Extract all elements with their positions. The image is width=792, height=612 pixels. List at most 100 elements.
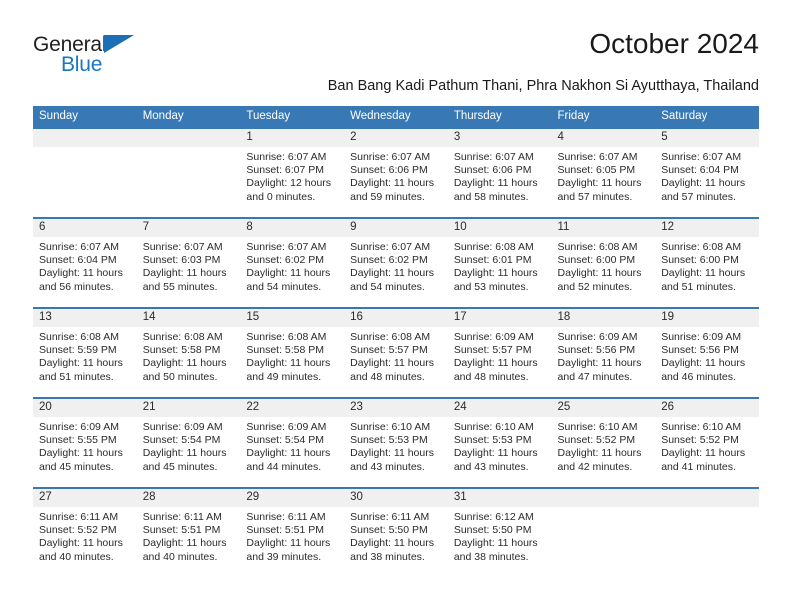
sunset-text: Sunset: 5:54 PM xyxy=(246,434,325,447)
daylight-text: Daylight: 11 hours and 40 minutes. xyxy=(142,537,227,563)
day-cell[interactable]: 13 Sunrise: 6:08 AM Sunset: 5:59 PM Dayligh… xyxy=(33,307,137,398)
calendar-page: General Blue October 2024 Ban Bang Kadi … xyxy=(0,0,792,612)
sunrise-text: Sunrise: 6:09 AM xyxy=(142,421,223,433)
daylight-text: Daylight: 11 hours and 41 minutes. xyxy=(661,447,746,473)
daylight-text: Daylight: 11 hours and 47 minutes. xyxy=(557,357,642,383)
sunset-text: Sunset: 6:04 PM xyxy=(39,254,117,267)
sunset-text: Sunset: 6:02 PM xyxy=(246,254,325,267)
sunrise-text: Sunrise: 6:10 AM xyxy=(557,421,638,433)
sunrise-text: Sunrise: 6:07 AM xyxy=(557,151,638,163)
calendar-week-row: 13 Sunrise: 6:08 AM Sunset: 5:59 PM Dayligh… xyxy=(33,307,759,398)
daylight-text: Daylight: 11 hours and 58 minutes. xyxy=(453,177,538,203)
day-cell[interactable]: 31 Sunrise: 6:12 AM Sunset: 5:50 PM Dayligh… xyxy=(447,487,552,577)
day-cell[interactable]: 24 Sunrise: 6:10 AM Sunset: 5:53 PM Dayligh… xyxy=(447,397,552,488)
calendar-week-row: 27 Sunrise: 6:11 AM Sunset: 5:52 PM Dayligh… xyxy=(33,487,759,577)
sunset-text: Sunset: 5:57 PM xyxy=(453,344,532,357)
day-details: Sunrise: 6:10 AM Sunset: 5:53 PM Daylight:… xyxy=(344,417,448,474)
sunset-text: Sunset: 5:52 PM xyxy=(39,524,117,537)
sunset-text: Sunset: 5:52 PM xyxy=(661,434,739,447)
day-cell[interactable]: 16 Sunrise: 6:08 AM Sunset: 5:57 PM Dayligh… xyxy=(344,307,448,398)
day-details: Sunrise: 6:10 AM Sunset: 5:52 PM Daylight:… xyxy=(655,417,759,474)
calendar-week-row: 1 Sunrise: 6:07 AM Sunset: 6:07 PM Daylight… xyxy=(33,127,759,218)
daylight-text: Daylight: 11 hours and 38 minutes. xyxy=(350,537,434,563)
day-number: 9 xyxy=(344,219,448,237)
day-cell[interactable]: 23 Sunrise: 6:10 AM Sunset: 5:53 PM Dayligh… xyxy=(344,397,448,488)
daylight-text: Daylight: 11 hours and 56 minutes. xyxy=(39,267,123,293)
day-cell[interactable]: 11 Sunrise: 6:08 AM Sunset: 6:00 PM Dayligh… xyxy=(551,217,656,308)
day-cell-empty xyxy=(136,127,241,218)
day-details: Sunrise: 6:07 AM Sunset: 6:07 PM Daylight:… xyxy=(240,147,344,204)
day-number: 26 xyxy=(655,399,759,417)
day-cell[interactable]: 26 Sunrise: 6:10 AM Sunset: 5:52 PM Dayligh… xyxy=(655,397,759,488)
day-cell[interactable]: 12 Sunrise: 6:08 AM Sunset: 6:00 PM Dayligh… xyxy=(655,217,759,308)
day-cell[interactable]: 22 Sunrise: 6:09 AM Sunset: 5:54 PM Dayligh… xyxy=(240,397,345,488)
day-cell[interactable]: 29 Sunrise: 6:11 AM Sunset: 5:51 PM Dayligh… xyxy=(240,487,345,577)
day-cell[interactable]: 14 Sunrise: 6:08 AM Sunset: 5:58 PM Dayligh… xyxy=(136,307,241,398)
day-cell[interactable]: 25 Sunrise: 6:10 AM Sunset: 5:52 PM Dayligh… xyxy=(551,397,656,488)
sunrise-text: Sunrise: 6:07 AM xyxy=(142,241,223,253)
day-number xyxy=(33,129,137,147)
sunset-text: Sunset: 6:05 PM xyxy=(557,164,636,177)
day-details: Sunrise: 6:09 AM Sunset: 5:55 PM Daylight:… xyxy=(33,417,137,474)
day-details: Sunrise: 6:07 AM Sunset: 6:03 PM Daylight:… xyxy=(137,237,241,294)
weekday-header-sunday: Sunday xyxy=(33,106,137,128)
sunrise-text: Sunrise: 6:08 AM xyxy=(453,241,534,253)
daylight-text: Daylight: 11 hours and 59 minutes. xyxy=(350,177,434,203)
day-cell[interactable]: 8 Sunrise: 6:07 AM Sunset: 6:02 PM Daylight… xyxy=(240,217,345,308)
day-cell[interactable]: 19 Sunrise: 6:09 AM Sunset: 5:56 PM Dayligh… xyxy=(655,307,759,398)
triangle-icon xyxy=(104,35,134,53)
sunset-text: Sunset: 6:02 PM xyxy=(350,254,428,267)
sunrise-text: Sunrise: 6:11 AM xyxy=(39,511,119,523)
day-cell[interactable]: 9 Sunrise: 6:07 AM Sunset: 6:02 PM Daylight… xyxy=(344,217,448,308)
day-cell[interactable]: 17 Sunrise: 6:09 AM Sunset: 5:57 PM Dayligh… xyxy=(447,307,552,398)
day-details: Sunrise: 6:08 AM Sunset: 5:59 PM Daylight:… xyxy=(33,327,137,384)
day-details: Sunrise: 6:10 AM Sunset: 5:52 PM Daylight:… xyxy=(552,417,656,474)
day-cell[interactable]: 21 Sunrise: 6:09 AM Sunset: 5:54 PM Dayligh… xyxy=(136,397,241,488)
day-cell[interactable]: 15 Sunrise: 6:08 AM Sunset: 5:58 PM Dayligh… xyxy=(240,307,345,398)
day-cell[interactable]: 10 Sunrise: 6:08 AM Sunset: 6:01 PM Dayligh… xyxy=(447,217,552,308)
day-number: 7 xyxy=(136,219,241,237)
sunrise-text: Sunrise: 6:08 AM xyxy=(661,241,742,253)
sunrise-text: Sunrise: 6:09 AM xyxy=(246,421,327,433)
sunrise-text: Sunrise: 6:07 AM xyxy=(246,241,327,253)
day-details: Sunrise: 6:09 AM Sunset: 5:54 PM Daylight:… xyxy=(240,417,344,474)
day-cell[interactable]: 18 Sunrise: 6:09 AM Sunset: 5:56 PM Dayligh… xyxy=(551,307,656,398)
day-cell[interactable]: 6 Sunrise: 6:07 AM Sunset: 6:04 PM Daylight… xyxy=(33,217,137,308)
daylight-text: Daylight: 11 hours and 49 minutes. xyxy=(246,357,331,383)
day-number: 23 xyxy=(344,399,448,417)
sunset-text: Sunset: 5:51 PM xyxy=(142,524,221,537)
sunrise-text: Sunrise: 6:07 AM xyxy=(350,241,431,253)
day-details: Sunrise: 6:08 AM Sunset: 5:57 PM Daylight:… xyxy=(344,327,448,384)
day-details: Sunrise: 6:07 AM Sunset: 6:04 PM Daylight:… xyxy=(33,237,137,294)
sunset-text: Sunset: 5:51 PM xyxy=(246,524,325,537)
sunrise-text: Sunrise: 6:08 AM xyxy=(350,331,431,343)
day-cell[interactable]: 28 Sunrise: 6:11 AM Sunset: 5:51 PM Dayligh… xyxy=(136,487,241,577)
day-cell[interactable]: 1 Sunrise: 6:07 AM Sunset: 6:07 PM Daylight… xyxy=(240,127,345,218)
day-cell-empty xyxy=(33,127,137,218)
day-cell[interactable]: 27 Sunrise: 6:11 AM Sunset: 5:52 PM Dayligh… xyxy=(33,487,137,577)
daylight-text: Daylight: 11 hours and 39 minutes. xyxy=(246,537,331,563)
day-cell[interactable]: 4 Sunrise: 6:07 AM Sunset: 6:05 PM Daylight… xyxy=(551,127,656,218)
sunrise-text: Sunrise: 6:10 AM xyxy=(453,421,534,433)
day-cell[interactable]: 20 Sunrise: 6:09 AM Sunset: 5:55 PM Dayligh… xyxy=(33,397,137,488)
day-cell[interactable]: 7 Sunrise: 6:07 AM Sunset: 6:03 PM Daylight… xyxy=(136,217,241,308)
location-subtitle: Ban Bang Kadi Pathum Thani, Phra Nakhon … xyxy=(327,78,759,94)
day-number: 12 xyxy=(655,219,759,237)
weekday-header-tuesday: Tuesday xyxy=(240,106,345,128)
day-number: 19 xyxy=(655,309,759,327)
day-cell[interactable]: 30 Sunrise: 6:11 AM Sunset: 5:50 PM Dayligh… xyxy=(344,487,448,577)
daylight-text: Daylight: 11 hours and 52 minutes. xyxy=(557,267,642,293)
day-details: Sunrise: 6:11 AM Sunset: 5:51 PM Daylight:… xyxy=(137,507,241,564)
day-number: 1 xyxy=(240,129,345,147)
day-cell[interactable]: 5 Sunrise: 6:07 AM Sunset: 6:04 PM Daylight… xyxy=(655,127,759,218)
sunset-text: Sunset: 6:00 PM xyxy=(557,254,636,267)
daylight-text: Daylight: 11 hours and 48 minutes. xyxy=(453,357,538,383)
daylight-text: Daylight: 11 hours and 50 minutes. xyxy=(142,357,227,383)
sunset-text: Sunset: 5:58 PM xyxy=(142,344,221,357)
generalblue-logo[interactable]: General Blue xyxy=(33,33,163,83)
sunrise-text: Sunrise: 6:09 AM xyxy=(557,331,638,343)
day-cell[interactable]: 3 Sunrise: 6:07 AM Sunset: 6:06 PM Daylight… xyxy=(447,127,552,218)
day-cell[interactable]: 2 Sunrise: 6:07 AM Sunset: 6:06 PM Daylight… xyxy=(344,127,448,218)
daylight-text: Daylight: 11 hours and 51 minutes. xyxy=(661,267,746,293)
sunset-text: Sunset: 5:55 PM xyxy=(39,434,117,447)
